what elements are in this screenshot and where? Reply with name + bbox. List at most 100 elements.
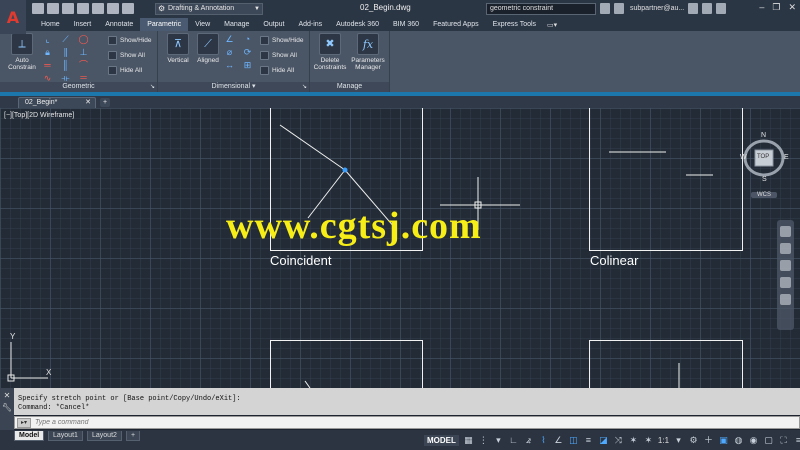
tab-express-tools[interactable]: Express Tools <box>486 18 543 31</box>
tab-featured-apps[interactable]: Featured Apps <box>426 18 486 31</box>
orbit-icon[interactable] <box>780 277 791 288</box>
cart-icon[interactable] <box>688 3 699 14</box>
polar-icon[interactable]: ⦨ <box>523 435 534 446</box>
tab-insert[interactable]: Insert <box>67 18 99 31</box>
graphics-performance-icon[interactable]: ▢ <box>763 435 774 446</box>
angular-dimension-icon[interactable]: ∠ <box>224 35 235 44</box>
geometric-hide-all-button[interactable]: Hide All <box>108 65 142 76</box>
layout-tab-layout1[interactable]: Layout1 <box>48 431 83 441</box>
vertical-constraint-icon[interactable]: ║ <box>60 61 71 70</box>
selection-cycling-icon[interactable]: ⤨ <box>613 435 624 446</box>
annotation-scale[interactable]: 1:1 <box>658 436 669 445</box>
geometric-panel-title[interactable]: Geometric ↘ <box>0 82 157 92</box>
tab-annotate[interactable]: Annotate <box>98 18 140 31</box>
undo-icon[interactable] <box>107 3 119 14</box>
fix-constraint-icon[interactable]: 🔒︎ <box>42 48 53 57</box>
tab-home[interactable]: Home <box>34 18 67 31</box>
add-layout-button[interactable]: + <box>126 431 141 441</box>
file-tab-02-begin[interactable]: 02_Begin* ✕ <box>18 97 96 108</box>
command-line-handle[interactable]: ✕ 🔧︎ <box>0 388 14 430</box>
lineweight-icon[interactable]: ≡ <box>583 435 594 446</box>
horizontal-constraint-icon[interactable]: ═ <box>42 61 53 70</box>
viewcube-top-label[interactable]: TOP <box>757 154 769 160</box>
object-snap-tracking-icon[interactable]: ∠ <box>553 435 564 446</box>
quick-properties-icon[interactable]: ◍ <box>733 435 744 446</box>
steering-wheel-icon[interactable] <box>780 226 791 237</box>
isolate-objects-icon[interactable]: ◉ <box>748 435 759 446</box>
close-icon[interactable]: ✕ <box>788 2 796 13</box>
parameters-manager-button[interactable]: fx Parameters Manager <box>348 33 388 71</box>
drawing-canvas[interactable]: [−][Top][2D Wireframe] Coincident Coline… <box>0 108 800 388</box>
layout-tab-layout2[interactable]: Layout2 <box>87 431 122 441</box>
user-account[interactable]: subpartner@au... <box>630 5 684 12</box>
aligned-dimension-button[interactable]: ⟋ Aligned <box>188 33 228 64</box>
help-search-input[interactable]: geometric constraint <box>486 3 596 15</box>
close-icon[interactable]: ✕ <box>0 391 14 400</box>
manage-panel-title[interactable]: Manage <box>310 82 389 92</box>
dim-settings-icon[interactable]: ⊞ <box>242 61 253 70</box>
zoom-extents-icon[interactable] <box>780 260 791 271</box>
tab-parametric[interactable]: Parametric <box>140 18 189 31</box>
minimize-icon[interactable]: – <box>759 2 764 13</box>
dimensional-show-all-button[interactable]: Show All <box>260 50 297 61</box>
restore-icon[interactable]: ❐ <box>772 2 780 13</box>
tab-autodesk-360[interactable]: Autodesk 360 <box>329 18 386 31</box>
showmotion-icon[interactable] <box>780 294 791 305</box>
panel-launcher-icon[interactable]: ↘ <box>302 82 307 92</box>
redo-icon[interactable] <box>122 3 134 14</box>
dimensional-panel-title[interactable]: Dimensional ▾ ↘ <box>158 82 309 92</box>
print-icon[interactable] <box>92 3 104 14</box>
dimensional-show-hide-button[interactable]: Show/Hide <box>260 35 303 46</box>
radius-dimension-icon[interactable]: ◔ <box>242 35 253 44</box>
auto-scale-icon[interactable]: ✶ <box>643 435 654 446</box>
viewcube[interactable]: N S W E TOP WCS <box>740 132 790 202</box>
object-snap-icon[interactable]: ◫ <box>568 435 579 446</box>
workspace-dropdown[interactable]: ⚙ Drafting & Annotation ▼ <box>155 3 263 15</box>
delete-constraints-button[interactable]: ✖ Delete Constraints <box>310 33 350 71</box>
command-input[interactable] <box>35 417 735 428</box>
parallel-constraint-icon[interactable]: ∥ <box>60 48 71 57</box>
tab-output[interactable]: Output <box>256 18 291 31</box>
isodraft-icon[interactable]: ⌇ <box>538 435 549 446</box>
coincident-constraint-icon[interactable]: ⌞ <box>42 35 53 44</box>
clean-screen-icon[interactable]: ⛶ <box>778 435 789 446</box>
exchange-icon[interactable] <box>702 3 713 14</box>
viewport-controls[interactable]: [−][Top][2D Wireframe] <box>4 112 74 119</box>
annotation-visibility-icon[interactable]: ✶ <box>628 435 639 446</box>
ribbon-options-icon[interactable]: ▭▾ <box>547 21 557 29</box>
transparency-icon[interactable]: ◪ <box>598 435 609 446</box>
open-icon[interactable] <box>47 3 59 14</box>
concentric-constraint-icon[interactable]: ◯ <box>78 35 89 44</box>
layout-tab-model[interactable]: Model <box>14 431 45 441</box>
search-icon[interactable] <box>600 3 610 14</box>
save-as-icon[interactable] <box>77 3 89 14</box>
wrench-icon[interactable]: 🔧︎ <box>0 403 14 412</box>
compass-north[interactable]: N <box>761 132 766 139</box>
wcs-menu[interactable]: WCS <box>751 192 777 198</box>
tangent-constraint-icon[interactable]: ⌒ <box>78 61 89 70</box>
new-icon[interactable] <box>32 3 44 14</box>
geometric-show-hide-button[interactable]: Show/Hide <box>108 35 151 46</box>
pan-icon[interactable] <box>780 243 791 254</box>
tab-add-ins[interactable]: Add-ins <box>291 18 329 31</box>
chevron-down-icon[interactable]: ▾ <box>673 435 684 446</box>
command-input-box[interactable]: ▸▾ <box>14 416 800 429</box>
dimensional-hide-all-button[interactable]: Hide All <box>260 65 294 76</box>
panel-launcher-icon[interactable]: ↘ <box>150 82 155 92</box>
geometric-show-all-button[interactable]: Show All <box>108 50 145 61</box>
tab-bim-360[interactable]: BIM 360 <box>386 18 426 31</box>
tab-view[interactable]: View <box>188 18 217 31</box>
save-icon[interactable] <box>62 3 74 14</box>
workspace-switch-icon[interactable]: ⚙ <box>688 435 699 446</box>
snap-icon[interactable]: ⋮ <box>478 435 489 446</box>
collinear-constraint-icon[interactable]: ⟋ <box>60 35 71 44</box>
ortho-icon[interactable]: ∟ <box>508 435 519 446</box>
auto-constrain-button[interactable]: ⟂ Auto Constrain <box>2 33 42 71</box>
perpendicular-constraint-icon[interactable]: ⊥ <box>78 48 89 57</box>
compass-south[interactable]: S <box>762 176 767 183</box>
diameter-dimension-icon[interactable]: ⌀ <box>224 48 235 57</box>
annotation-monitor-icon[interactable]: ＋ <box>703 435 714 446</box>
linear-dimension-icon[interactable]: ↔ <box>224 61 235 70</box>
close-icon[interactable]: ✕ <box>85 98 91 108</box>
user-icon[interactable] <box>614 3 624 14</box>
